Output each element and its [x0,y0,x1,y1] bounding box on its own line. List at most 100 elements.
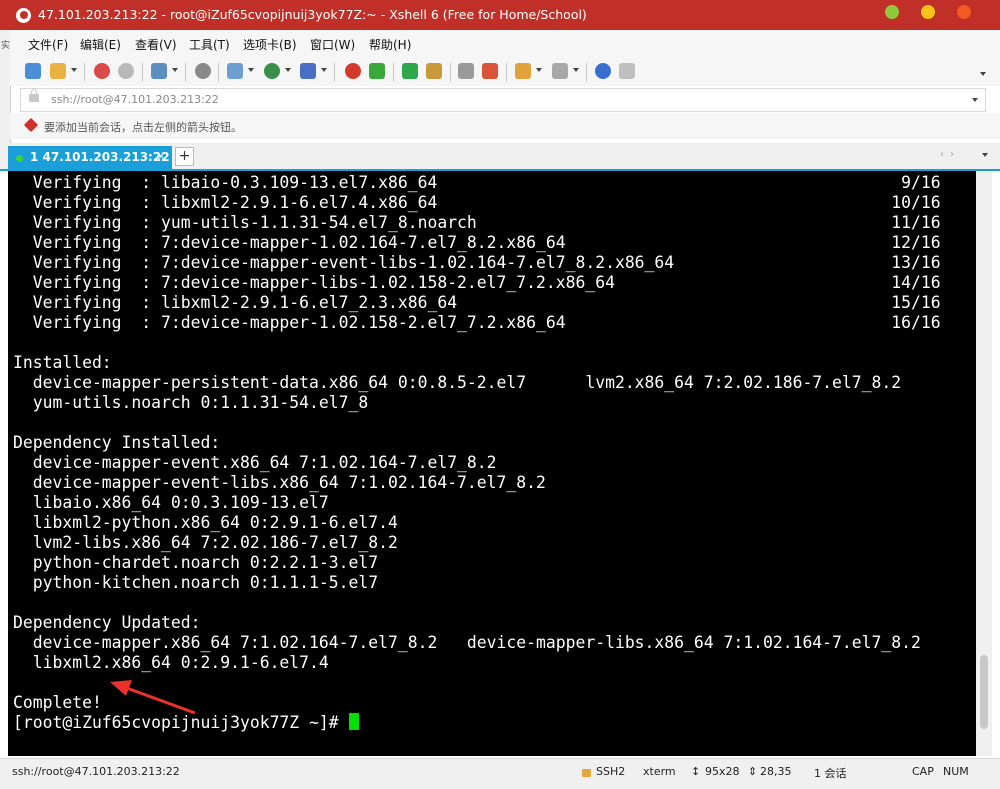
highlight-icon[interactable] [482,63,498,79]
status-size-icon: ↕ [691,765,701,778]
lock-icon[interactable] [426,63,442,79]
tab-scroll-icon[interactable]: ‹› [940,149,960,160]
terminal-line: yum-utils.noarch 0:1.1.31-54.el7_8 [13,393,369,412]
status-sessions: 1 会话 [814,767,847,780]
maximize-button[interactable] [921,5,935,19]
hint-bar: 要添加当前会话，点击左侧的箭头按钮。 [10,113,1000,139]
title-bar[interactable]: 47.101.203.213:22 - root@iZuf65cvopijnui… [0,0,1000,30]
terminal-line: Verifying : 7:device-mapper-1.02.158-2.e… [13,313,941,332]
secure-lock-icon [582,769,591,777]
terminal-line: device-mapper-event.x86_64 7:1.02.164-7.… [13,453,497,472]
bookmark-arrow-icon[interactable] [23,117,39,133]
address-input[interactable]: ssh://root@47.101.203.213:22 [51,93,219,106]
find-icon[interactable] [195,63,211,79]
terminal-line: Verifying : libxml2-2.9.1-6.el7.4.x86_64… [13,193,941,212]
menu-help[interactable]: 帮助(H) [369,36,411,53]
status-cursor-position: 28,35 [760,765,792,778]
terminal-line: Verifying : yum-utils-1.1.31-54.el7_8.no… [13,213,941,232]
xshell-icon[interactable] [345,63,361,79]
chevron-down-icon[interactable] [321,68,327,72]
terminal-line: python-kitchen.noarch 0:1.1.1-5.el7 [13,573,379,592]
tab-session-active[interactable]: 1 47.101.203.213:22 × [8,146,172,169]
menu-edit[interactable]: 编辑(E) [80,36,121,53]
terminal-line: lvm2-libs.x86_64 7:2.02.186-7.el7_8.2 [13,533,398,552]
open-folder-icon[interactable] [50,63,66,79]
compose-icon[interactable] [515,63,531,79]
chevron-down-icon[interactable] [536,68,542,72]
toolbar-separator [84,63,85,81]
terminal-line: python-chardet.noarch 0:2.2.1-3.el7 [13,553,379,572]
menu-view[interactable]: 查看(V) [135,36,177,53]
address-bar[interactable]: ssh://root@47.101.203.213:22 [20,88,986,112]
menu-window[interactable]: 窗口(W) [310,36,355,53]
globe-icon[interactable] [264,63,280,79]
keyboard-icon[interactable] [458,63,474,79]
toolbar-separator [586,63,587,81]
menu-bar: 文件(F) 编辑(E) 查看(V) 工具(T) 选项卡(B) 窗口(W) 帮助(… [10,30,1000,58]
terminal-scrollbar[interactable] [976,171,992,756]
chevron-down-icon[interactable] [172,68,178,72]
chevron-down-icon[interactable] [972,98,978,102]
window-title: 47.101.203.213:22 - root@iZuf65cvopijnui… [38,7,587,22]
fullscreen-icon[interactable] [402,63,418,79]
toolbar-separator [393,63,394,81]
minimize-button[interactable] [885,5,899,19]
toolbar-separator [218,63,219,81]
terminal-line: Complete! [13,693,102,712]
menu-tools[interactable]: 工具(T) [189,36,230,53]
toolbar-overflow-icon[interactable] [980,72,986,76]
chevron-down-icon[interactable] [248,68,254,72]
xshell-logo-icon [16,8,31,23]
tab-bar: 1 47.101.203.213:22 × + ‹› [0,143,1000,171]
terminal-line: Verifying : libaio-0.3.109-13.el7.x86_64… [13,173,941,192]
connect-icon[interactable] [94,63,110,79]
status-size: 95x28 [705,765,740,778]
connected-status-icon [16,155,23,162]
chevron-down-icon[interactable] [71,68,77,72]
toolbar-separator [450,63,451,81]
terminal-line: Verifying : 7:device-mapper-1.02.164-7.e… [13,233,941,252]
scrollbar-thumb[interactable] [980,655,988,729]
terminal-output[interactable]: Verifying : libaio-0.3.109-13.el7.x86_64… [8,171,976,756]
chevron-down-icon[interactable] [285,68,291,72]
new-tab-button[interactable]: + [175,147,194,166]
close-button[interactable] [957,5,971,19]
toolbar-separator [506,63,507,81]
font-icon[interactable] [300,63,316,79]
status-connection: ssh://root@47.101.203.213:22 [12,765,180,778]
menu-tabs[interactable]: 选项卡(B) [243,36,297,53]
terminal-line: Verifying : libxml2-2.9.1-6.el7_2.3.x86_… [13,293,941,312]
terminal-cursor [348,713,359,730]
xftp-icon[interactable] [369,63,385,79]
toolbar-separator [334,63,335,81]
tab-label: 1 47.101.203.213:22 [30,150,170,164]
hint-text: 要添加当前会话，点击左侧的箭头按钮。 [44,121,242,134]
terminal-line: Verifying : 7:device-mapper-libs-1.02.15… [13,273,941,292]
session-properties-icon[interactable] [151,63,167,79]
status-protocol: SSH2 [596,765,626,778]
terminal-line: libaio.x86_64 0:0.3.109-13.el7 [13,493,329,512]
help-icon[interactable] [595,63,611,79]
lock-icon [29,89,39,102]
terminal-line: Installed: [13,353,112,372]
terminal-line: libxml2.x86_64 0:2.9.1-6.el7.4 [13,653,329,672]
menu-file[interactable]: 文件(F) [28,36,68,53]
layout-icon[interactable] [552,63,568,79]
chat-icon[interactable] [619,63,635,79]
terminal-line: device-mapper-persistent-data.x86_64 0:0… [13,373,902,392]
terminal-line: Dependency Installed: [13,433,221,452]
terminal-line: Verifying : 7:device-mapper-event-libs-1… [13,253,941,272]
terminal-line: Dependency Updated: [13,613,201,632]
terminal-line: device-mapper.x86_64 7:1.02.164-7.el7_8.… [13,633,921,652]
new-session-icon[interactable] [25,63,41,79]
toolbar [10,58,1000,86]
status-terminal-type: xterm [643,765,676,778]
tab-close-icon[interactable]: × [156,149,166,163]
status-caps: CAP [912,765,934,778]
side-label: 实 [1,41,11,51]
transfer-icon[interactable] [227,63,243,79]
chevron-down-icon[interactable] [573,68,579,72]
disconnect-icon[interactable] [118,63,134,79]
tab-menu-icon[interactable] [982,153,988,157]
status-num: NUM [943,765,969,778]
